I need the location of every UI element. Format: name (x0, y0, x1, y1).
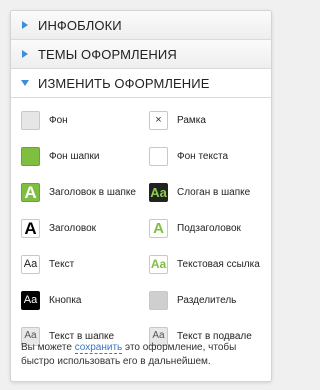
option-subtitle[interactable]: A Подзаголовок (149, 217, 269, 239)
option-background[interactable]: Фон (21, 109, 149, 131)
option-header-title[interactable]: A Заголовок в шапке (21, 181, 149, 203)
title-swatch-icon: A (21, 218, 40, 238)
option-header-slogan[interactable]: Aa Слоган в шапке (149, 181, 269, 203)
section-title: ТЕМЫ ОФОРМЛЕНИЯ (38, 46, 177, 62)
option-label: Фон шапки (49, 150, 100, 162)
option-label: Кнопка (49, 294, 82, 306)
option-header-background[interactable]: Фон шапки (21, 145, 149, 167)
chevron-down-icon (20, 78, 30, 88)
chevron-right-icon (20, 49, 30, 59)
section-infoblocks[interactable]: ИНФОБЛОКИ (11, 11, 271, 40)
option-title[interactable]: A Заголовок (21, 217, 149, 239)
option-label: Рамка (177, 114, 206, 126)
option-frame[interactable]: × Рамка (149, 109, 269, 131)
text-background-swatch-icon (149, 146, 168, 166)
option-label: Текст в подвале (177, 330, 252, 342)
note-text: Вы можете (21, 342, 75, 353)
option-divider[interactable]: Разделитель (149, 289, 269, 311)
section-title: ИНФОБЛОКИ (38, 17, 122, 33)
design-options-grid: Фон × Рамка Фон шапки Фон текста A Загол… (11, 98, 271, 347)
text-link-swatch-icon: Aa (149, 254, 168, 274)
option-text-background[interactable]: Фон текста (149, 145, 269, 167)
header-slogan-swatch-icon: Aa (149, 182, 168, 202)
option-label: Заголовок (49, 222, 97, 234)
section-themes[interactable]: ТЕМЫ ОФОРМЛЕНИЯ (11, 40, 271, 69)
option-label: Текст в шапке (49, 330, 115, 342)
option-label: Текст (49, 258, 75, 270)
save-note: Вы можете сохранить это оформление, чтоб… (21, 341, 265, 369)
header-background-swatch-icon (21, 146, 40, 166)
background-swatch-icon (21, 110, 40, 130)
subtitle-swatch-icon: A (149, 218, 168, 238)
option-button[interactable]: Aa Кнопка (21, 289, 149, 311)
header-title-swatch-icon: A (21, 182, 40, 202)
option-text[interactable]: Aa Текст (21, 253, 149, 275)
button-swatch-icon: Aa (21, 290, 40, 310)
section-change-design[interactable]: ИЗМЕНИТЬ ОФОРМЛЕНИЕ (11, 69, 271, 98)
option-text-link[interactable]: Aa Текстовая ссылка (149, 253, 269, 275)
option-label: Фон (49, 114, 68, 126)
divider-swatch-icon (149, 290, 168, 310)
chevron-right-icon (20, 20, 30, 30)
design-panel: ИНФОБЛОКИ ТЕМЫ ОФОРМЛЕНИЯ ИЗМЕНИТЬ ОФОРМ… (10, 10, 272, 382)
frame-swatch-icon: × (149, 110, 168, 130)
option-label: Слоган в шапке (177, 186, 251, 198)
option-label: Подзаголовок (177, 222, 241, 234)
option-label: Текстовая ссылка (177, 258, 260, 270)
option-label: Заголовок в шапке (49, 186, 136, 198)
section-title: ИЗМЕНИТЬ ОФОРМЛЕНИЕ (38, 75, 210, 91)
text-swatch-icon: Aa (21, 254, 40, 274)
option-label: Разделитель (177, 294, 237, 306)
option-label: Фон текста (177, 150, 229, 162)
save-link[interactable]: сохранить (74, 342, 123, 354)
